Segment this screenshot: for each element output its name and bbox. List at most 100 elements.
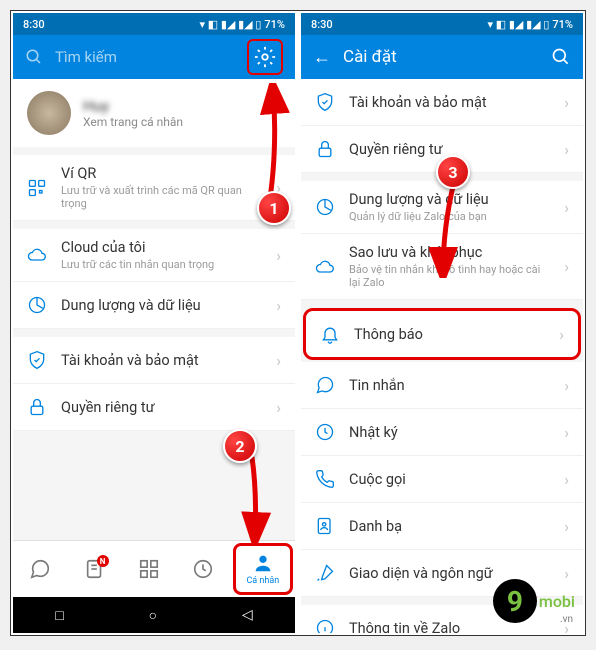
status-bar: 8:30 ▾ ◧ ▮◢ ▮◢ ▯ 71% [301, 13, 583, 35]
watermark-logo: 9 [493, 579, 537, 623]
item-title: Cuộc gọi [349, 471, 550, 488]
item-title: Nhật ký [349, 424, 550, 441]
chevron-right-icon: › [564, 517, 569, 536]
avatar [27, 91, 71, 135]
watermark-sub: .vn [560, 614, 573, 625]
chevron-right-icon: › [564, 470, 569, 489]
item-sub: Lưu trữ và xuất trình các mã QR quan trọ… [61, 184, 262, 210]
left-item-3[interactable]: Tài khoản và bảo mật › [13, 337, 295, 384]
settings-header: ← Cài đặt [301, 35, 583, 79]
back-button[interactable]: ◁ [242, 607, 253, 623]
item-sub: Bảo vệ tin nhắn khi vô tình hay hoặc cài… [349, 263, 550, 289]
status-right: ▾ ◧ ▮◢ ▮◢ ▯ 71% [199, 18, 285, 31]
pie-icon [27, 295, 47, 315]
contacts-icon [315, 516, 335, 536]
main-content: Huy Xem trang cá nhân Ví QR Lưu trữ và xu… [13, 79, 295, 540]
item-sub: Quản lý dữ liệu Zalo của bạn [349, 210, 550, 223]
item-title: Dung lượng và dữ liệu [61, 297, 262, 314]
status-time: 8:30 [311, 18, 333, 31]
chevron-right-icon: › [564, 257, 569, 276]
chevron-right-icon: › [564, 140, 569, 159]
search-input[interactable]: Tìm kiếm [55, 48, 235, 66]
item-title: Dung lượng và dữ liệu [349, 191, 550, 208]
clock-icon [315, 422, 335, 442]
lock-icon [27, 397, 47, 417]
nav-timeline[interactable] [176, 552, 230, 586]
search-header: Tìm kiếm [13, 35, 295, 79]
back-arrow-icon[interactable]: ← [313, 47, 331, 68]
item-title: Sao lưu và khôi phục [349, 244, 550, 261]
item-title: Tài khoản và bảo mật [61, 352, 262, 369]
nav-contacts[interactable]: N [67, 552, 121, 586]
profile-name: Huy [83, 97, 281, 115]
item-sub: Lưu trữ các tin nhắn quan trọng [61, 258, 262, 271]
chevron-right-icon: › [276, 246, 281, 265]
item-title: Danh bạ [349, 518, 550, 535]
home-button[interactable]: ○ [149, 607, 157, 624]
cloud-icon [27, 245, 47, 265]
recent-button[interactable]: □ [55, 607, 63, 624]
android-nav: □ ○ ◁ [13, 597, 295, 633]
search-icon[interactable] [551, 47, 571, 67]
right-item-0[interactable]: Tài khoản và bảo mật › [301, 79, 583, 126]
clock-icon [192, 558, 214, 580]
bell-icon [320, 324, 340, 344]
chevron-right-icon: › [276, 296, 281, 315]
header-title: Cài đặt [343, 47, 539, 67]
left-item-4[interactable]: Quyền riêng tư › [13, 384, 295, 431]
marker-2: 2 [223, 429, 257, 463]
gear-icon [254, 46, 276, 68]
watermark-text: mobi [539, 592, 575, 611]
chat-icon [315, 375, 335, 395]
chevron-right-icon: › [564, 423, 569, 442]
nav-personal[interactable]: Cá nhân [233, 543, 293, 595]
watermark: 9 mobi .vn [493, 579, 575, 623]
chevron-right-icon: › [564, 198, 569, 217]
item-title: Tin nhắn [349, 377, 550, 394]
brush-icon [315, 563, 335, 583]
settings-button[interactable] [247, 39, 283, 75]
left-item-2[interactable]: Dung lượng và dữ liệu › [13, 282, 295, 329]
chevron-right-icon: › [564, 93, 569, 112]
item-title: Ví QR [61, 165, 262, 182]
bottom-nav: N Cá nhân [13, 540, 295, 597]
marker-1: 1 [257, 191, 291, 225]
phone-left: 8:30 ▾ ◧ ▮◢ ▮◢ ▯ 71% Tìm kiếm Huy Xem tr… [13, 13, 295, 633]
profile-row[interactable]: Huy Xem trang cá nhân [13, 79, 295, 147]
right-item-5[interactable]: Tin nhắn › [301, 362, 583, 409]
chevron-right-icon: › [564, 376, 569, 395]
status-bar: 8:30 ▾ ◧ ▮◢ ▮◢ ▯ 71% [13, 13, 295, 35]
item-title: Thông báo [354, 326, 545, 343]
nav-discover[interactable] [122, 552, 176, 586]
shield-icon [315, 92, 335, 112]
grid-icon [138, 558, 160, 580]
qr-icon [27, 178, 47, 198]
chat-icon [29, 558, 51, 580]
marker-3: 3 [436, 155, 470, 189]
lock-icon [315, 139, 335, 159]
status-time: 8:30 [23, 18, 45, 31]
item-title: Tài khoản và bảo mật [349, 94, 550, 111]
phone-icon [315, 469, 335, 489]
chevron-right-icon: › [559, 325, 564, 344]
search-icon[interactable] [25, 48, 43, 66]
info-icon [315, 618, 335, 633]
nav-label: Cá nhân [246, 576, 279, 586]
cloud-icon [315, 257, 335, 277]
nav-messages[interactable] [13, 552, 67, 586]
status-right: ▾ ◧ ▮◢ ▮◢ ▯ 71% [487, 18, 573, 31]
shield-icon [27, 350, 47, 370]
chevron-right-icon: › [276, 398, 281, 417]
right-item-2[interactable]: Dung lượng và dữ liệu Quản lý dữ liệu Zal… [301, 181, 583, 234]
right-item-3[interactable]: Sao lưu và khôi phục Bảo vệ tin nhắn khi … [301, 234, 583, 300]
right-item-8[interactable]: Danh bạ › [301, 503, 583, 550]
left-item-0[interactable]: Ví QR Lưu trữ và xuất trình các mã QR qua… [13, 155, 295, 221]
right-item-4[interactable]: Thông báo › [303, 308, 581, 360]
left-item-1[interactable]: Cloud của tôiLưu trữ các tin nhắn quan t… [13, 229, 295, 282]
right-item-7[interactable]: Cuộc gọi › [301, 456, 583, 503]
badge-icon: N [97, 555, 109, 567]
chevron-right-icon: › [276, 351, 281, 370]
person-icon [252, 552, 274, 574]
item-title: Quyền riêng tư [61, 399, 262, 416]
right-item-6[interactable]: Nhật ký › [301, 409, 583, 456]
